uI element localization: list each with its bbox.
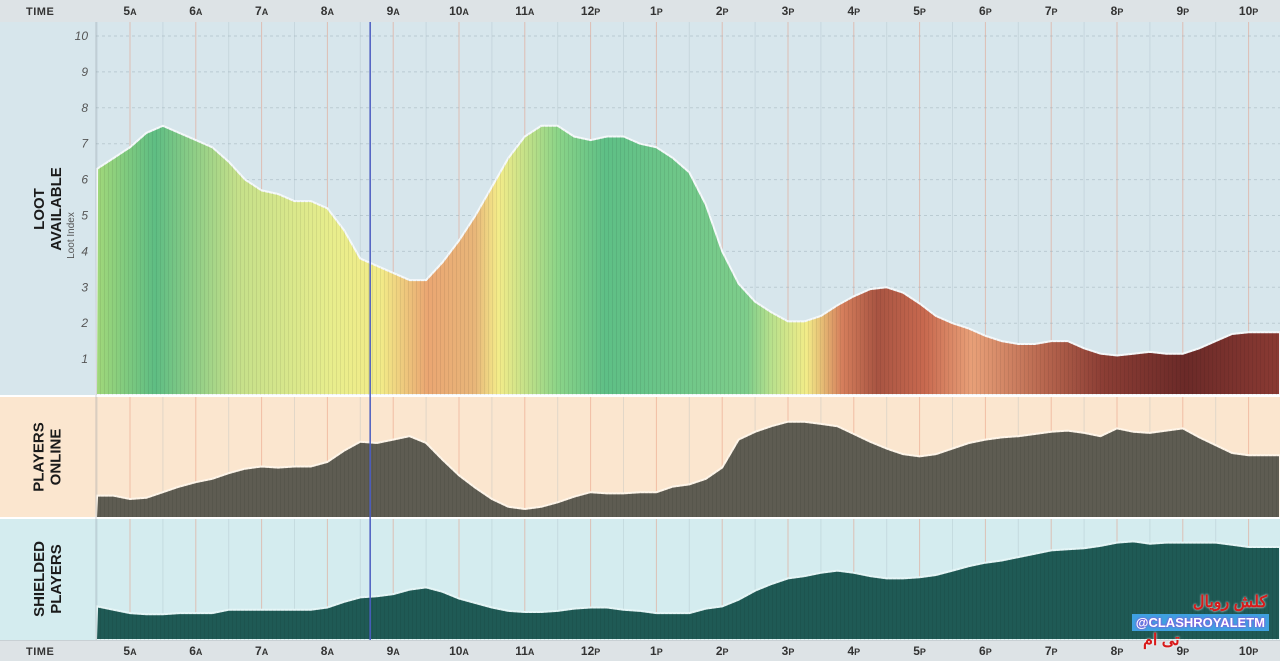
top-hour-tick: 7A: [255, 4, 269, 18]
top-hour-tick: 12P: [580, 4, 601, 18]
top-hour-tick: 10A: [449, 4, 469, 18]
top-hour-tick: 8P: [1110, 4, 1124, 18]
bottom-hour-tick: 6P: [979, 644, 992, 658]
bottom-hour-tick: 1P: [650, 644, 663, 658]
top-hour-tick: 5A: [123, 4, 137, 18]
watermark-arabic-bottom: تی ام: [1143, 632, 1180, 649]
top-hour-tick: 7P: [1044, 4, 1058, 18]
top-hour-tick: 2P: [715, 4, 729, 18]
players-online-panel-label: PLAYERS ONLINE: [30, 422, 65, 492]
top-hour-tick: 6P: [979, 4, 992, 18]
watermark-logo: کلش رویال @CLASHROYALETM تی ام: [1131, 592, 1275, 652]
chart-area: 12345678910Loot Index: [0, 22, 1280, 640]
bottom-hour-tick: 9A: [386, 644, 400, 658]
bottom-hour-tick: 11A: [515, 644, 535, 658]
shielded-players-panel-label: SHIELDED PLAYERS: [31, 541, 65, 617]
top-hour-tick: 11A: [515, 4, 535, 18]
bottom-hour-tick: 12P: [580, 644, 601, 658]
watermark-arabic-top: کلش رویال: [1192, 594, 1267, 611]
top-hour-tick: 5P: [913, 4, 926, 18]
loot-panel-label: LOOT AVAILABLE: [30, 167, 65, 251]
bottom-hour-tick: 7P: [1044, 644, 1058, 658]
time-axis-title-bottom: TIME: [26, 646, 55, 658]
top-hour-tick: 1P: [650, 4, 663, 18]
watermark-handle: @CLASHROYALETM: [1131, 614, 1269, 631]
top-hour-tick: 6A: [189, 4, 203, 18]
top-hour-tick: 10P: [1238, 4, 1259, 18]
bottom-hour-tick: 2P: [715, 644, 729, 658]
top-time-axis: TIME 5A 6A 7A 8A 9A 10A 11A 12P 1P 2P 3P 4P 5P 6P 7P 8P…: [0, 0, 1280, 23]
bottom-hour-tick: 7A: [255, 644, 269, 658]
bottom-hour-tick: 5P: [913, 644, 926, 658]
top-hour-tick: 4P: [847, 4, 861, 18]
top-hour-tick: 9P: [1176, 4, 1190, 18]
bottom-hour-tick: 6A: [189, 644, 203, 658]
top-hour-tick: 8A: [320, 4, 334, 18]
bottom-time-axis: TIME 5A 6A 7A 8A 9A 10A 11A 12P 1P 2P 3P 4P 5P 6P 7P 8P…: [0, 640, 1280, 661]
top-hour-tick: 9A: [386, 4, 400, 18]
bottom-hour-tick: 8P: [1110, 644, 1124, 658]
bottom-hour-tick: 10A: [449, 644, 469, 658]
top-hour-tick: 3P: [781, 4, 795, 18]
bottom-hour-tick: 8A: [320, 644, 334, 658]
time-axis-title: TIME: [26, 6, 55, 18]
bottom-hour-tick: 4P: [847, 644, 861, 658]
bottom-hour-tick: 5A: [123, 644, 137, 658]
bottom-hour-tick: 3P: [781, 644, 795, 658]
